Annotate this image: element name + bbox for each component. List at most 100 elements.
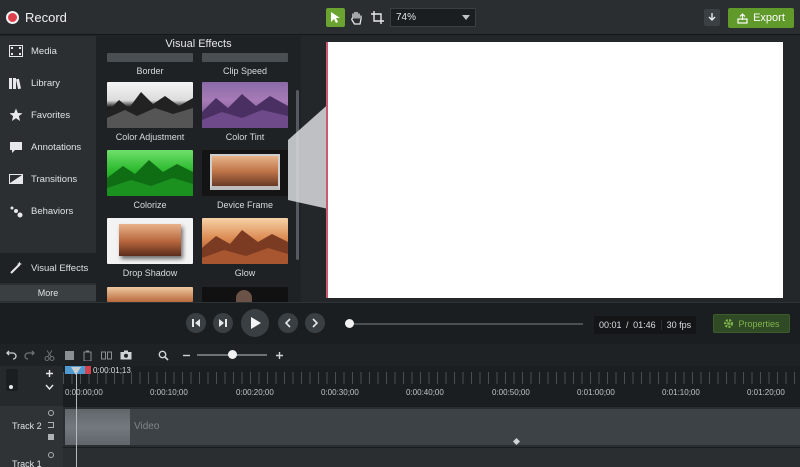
track-row: [0, 447, 800, 467]
library-icon: [9, 76, 23, 90]
ruler-label: 0:01:20;00: [747, 388, 785, 397]
ruler-label: 0:00:10;00: [150, 388, 188, 397]
ruler-ticks: [63, 372, 800, 384]
collapse-tracks-button[interactable]: [43, 381, 55, 393]
play-button[interactable]: [241, 309, 269, 337]
video-clip[interactable]: [65, 409, 800, 445]
effect-tile-color-adjustment[interactable]: Color Adjustment: [107, 82, 193, 142]
playhead-time: 0:00:01;13: [93, 366, 131, 375]
zoom-out-button[interactable]: [180, 349, 192, 361]
effect-tile-drop-shadow[interactable]: Drop Shadow: [107, 218, 193, 278]
effect-label: Colorize: [133, 200, 167, 210]
record-button[interactable]: Record: [25, 10, 67, 25]
zoom-in-button[interactable]: [273, 349, 285, 361]
fps-label: 30 fps: [660, 320, 697, 330]
effect-label: Color Tint: [225, 132, 265, 142]
download-button[interactable]: [704, 9, 720, 26]
pointer-tool-button[interactable]: [326, 8, 345, 27]
sidebar-item-favorites[interactable]: Favorites: [0, 100, 96, 130]
zoom-search-button[interactable]: [157, 349, 169, 361]
camera-icon: [120, 350, 132, 360]
ruler-label: 0:00:30;00: [321, 388, 359, 397]
next-clip-button[interactable]: [305, 313, 325, 333]
effect-thumbnail: [107, 287, 193, 302]
snapshot-button[interactable]: [120, 349, 132, 361]
eye-icon[interactable]: [48, 410, 54, 416]
pan-tool-button[interactable]: [347, 8, 366, 27]
track-label: Track 1: [12, 459, 42, 467]
plus-icon: [275, 351, 283, 359]
track-label: Track 2: [12, 421, 42, 431]
effect-tile-device-frame[interactable]: Device Frame: [202, 150, 288, 210]
split-button[interactable]: [100, 349, 112, 361]
video-canvas[interactable]: [328, 42, 783, 298]
film-icon: [9, 44, 23, 58]
effect-tile-glow[interactable]: Glow: [202, 218, 288, 278]
effect-tile-clip-speed[interactable]: Clip Speed: [202, 53, 288, 76]
ruler-label: 0:00:00;00: [65, 388, 103, 397]
effect-tile-partial[interactable]: [107, 287, 193, 302]
effect-tile-border[interactable]: Border: [107, 53, 193, 76]
total-time: 01:46: [633, 320, 656, 330]
effect-tile-partial[interactable]: [202, 287, 288, 302]
sidebar-item-visual-effects[interactable]: Visual Effects: [0, 253, 96, 283]
step-forward-button[interactable]: [213, 313, 233, 333]
sidebar-item-label: Annotations: [31, 141, 82, 153]
track-header[interactable]: Track 1: [0, 447, 63, 467]
eye-icon[interactable]: [48, 452, 54, 458]
effect-thumbnail: [202, 82, 288, 128]
time-separator: /: [626, 320, 629, 330]
sidebar-item-label: Visual Effects: [31, 262, 89, 274]
clip-label: Video: [134, 421, 160, 432]
crop-tool-button[interactable]: [368, 8, 387, 27]
paste-button[interactable]: [81, 349, 93, 361]
sidebar-item-annotations[interactable]: Annotations: [0, 132, 96, 162]
redo-button[interactable]: [23, 349, 35, 361]
scrub-handle[interactable]: [345, 319, 354, 328]
record-icon[interactable]: [6, 11, 19, 24]
minus-icon: [182, 354, 190, 356]
properties-label: Properties: [738, 318, 780, 329]
chevron-left-icon: [284, 318, 291, 328]
playhead-line: [76, 374, 77, 467]
search-icon: [158, 350, 169, 361]
link-icon[interactable]: [48, 422, 54, 428]
undo-button[interactable]: [5, 349, 17, 361]
effect-thumbnail: [202, 287, 288, 302]
sidebar-item-media[interactable]: Media: [0, 36, 96, 66]
track-height-control[interactable]: [6, 369, 18, 391]
drag-highlight-icon: [288, 100, 333, 210]
previous-clip-button[interactable]: [278, 313, 298, 333]
download-icon: [708, 13, 716, 21]
play-icon: [250, 317, 261, 329]
add-track-button[interactable]: [43, 367, 55, 379]
step-back-button[interactable]: [186, 313, 206, 333]
behaviors-icon: [9, 204, 23, 218]
sidebar-item-library[interactable]: Library: [0, 68, 96, 98]
current-time: 00:01: [599, 320, 622, 330]
sidebar-item-transitions[interactable]: Transitions: [0, 164, 96, 194]
effect-label: Glow: [234, 268, 256, 278]
lock-icon[interactable]: [48, 434, 54, 440]
properties-button[interactable]: Properties: [713, 314, 790, 333]
copy-button[interactable]: [63, 349, 75, 361]
time-display: 00:01 / 01:46: [594, 320, 661, 330]
crop-icon: [371, 11, 384, 24]
sidebar-item-behaviors[interactable]: Behaviors: [0, 196, 96, 226]
cut-button[interactable]: [43, 349, 55, 361]
canvas-tools: [326, 8, 387, 27]
plus-icon: [45, 369, 53, 377]
playhead-out-marker[interactable]: [85, 366, 91, 374]
track-header[interactable]: Track 2: [0, 406, 63, 447]
sidebar-item-label: Favorites: [31, 109, 71, 121]
export-button[interactable]: Export: [728, 8, 794, 28]
zoom-dropdown[interactable]: 74%: [390, 8, 476, 27]
copy-icon: [64, 350, 74, 360]
effect-tile-color-tint[interactable]: Color Tint: [202, 82, 288, 142]
ruler-label: 0:00:20;00: [236, 388, 274, 397]
more-button[interactable]: More: [0, 285, 96, 301]
scrub-bar[interactable]: [345, 323, 583, 325]
effect-tile-colorize[interactable]: Colorize: [107, 150, 193, 210]
hand-icon: [351, 11, 362, 25]
timeline-zoom-handle[interactable]: [228, 350, 237, 359]
